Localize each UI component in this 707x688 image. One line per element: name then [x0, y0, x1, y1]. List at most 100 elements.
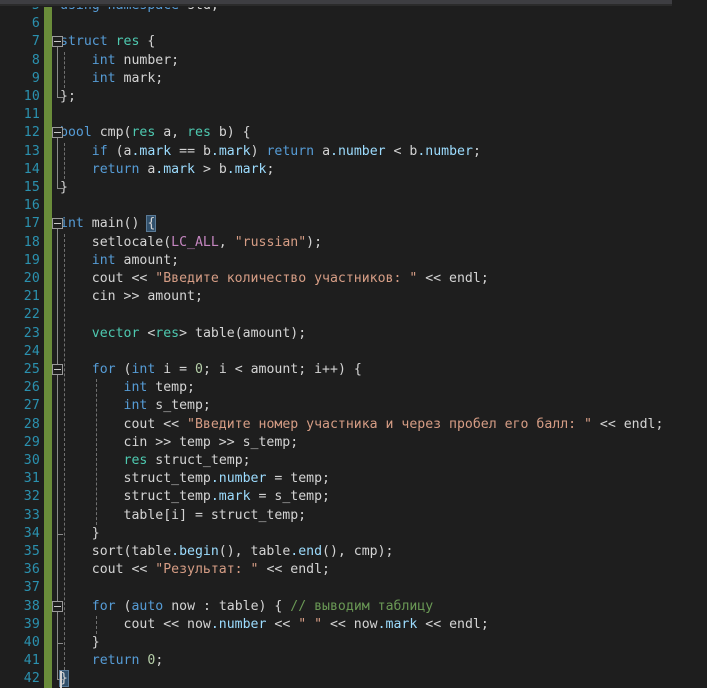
code-text: vector <res> table(amount); [60, 325, 306, 343]
code-line[interactable]: 14 return a.mark > b.mark; [0, 161, 707, 179]
indent-guide [64, 233, 65, 671]
code-token: (), table [218, 544, 291, 559]
line-number: 25 [23, 362, 40, 377]
code-line[interactable]: 34 } [0, 525, 707, 543]
code-editor[interactable]: 5using namespace std;67struct res {8 int… [0, 0, 707, 688]
fold-toggle-7[interactable] [52, 36, 63, 48]
code-line[interactable]: 28 cout << "Введите номер участника и че… [0, 416, 707, 434]
code-line[interactable]: 8 int number; [0, 52, 707, 70]
code-line[interactable]: 12 bool cmp(res a, res b) { [0, 124, 707, 142]
code-token: .mark [377, 616, 418, 632]
code-token: .mark [210, 489, 251, 505]
line-number: 35 [23, 544, 40, 559]
code-text: cout << now.number << " " << now.mark <<… [60, 616, 489, 634]
code-line[interactable]: 6 [0, 15, 707, 33]
code-line[interactable]: 17 int main() { [0, 215, 707, 233]
code-line[interactable]: 21 cin >> amount; [0, 288, 707, 306]
code-line[interactable]: 33 table[i] = struct_temp; [0, 507, 707, 525]
line-number: 6 [31, 16, 40, 32]
code-line[interactable]: 7 struct res { [0, 33, 707, 51]
code-token: number; [115, 52, 180, 68]
scrollbar-thumb[interactable] [0, 0, 672, 4]
line-number: 23 [23, 325, 40, 341]
code-token: res [123, 453, 148, 468]
code-line[interactable]: 9 int mark; [0, 70, 707, 88]
code-line[interactable]: 41 return 0; [0, 652, 707, 670]
code-line[interactable]: 39 cout << now.number << " " << now.mark… [0, 616, 707, 634]
code-line[interactable]: 15} [0, 179, 707, 197]
code-line[interactable]: 32 struct_temp.mark = s_temp; [0, 488, 707, 506]
code-token: int [60, 216, 84, 232]
code-token: = temp; [266, 471, 330, 487]
code-line[interactable]: 20 cout << "Введите количество участнико… [0, 270, 707, 288]
fold-toggle-12[interactable] [52, 127, 63, 139]
code-line[interactable]: 25 for (int i = 0; i < amount; i++) { [0, 361, 707, 379]
code-line[interactable]: 38 for (auto now : table) { // выводим т… [0, 598, 707, 616]
code-text: struct_temp.mark = s_temp; [60, 488, 330, 506]
code-line[interactable]: 29 cin >> temp >> s_temp; [0, 434, 707, 452]
code-token: vector [91, 325, 140, 341]
code-token: mark; [115, 70, 164, 86]
code-token: "russian" [234, 234, 307, 250]
code-line[interactable]: 23 vector <res> table(amount); [0, 325, 707, 343]
line-number: 29 [23, 434, 40, 450]
code-token: << endl; [591, 416, 664, 432]
code-text: return a.mark > b.mark; [60, 161, 275, 179]
code-token: LC_ALL [171, 234, 219, 250]
code-token: res [131, 125, 156, 141]
line-number: 39 [23, 616, 40, 632]
code-token: .number [330, 143, 386, 159]
fold-toggle-17[interactable] [52, 218, 63, 230]
code-line[interactable]: 40 } [0, 634, 707, 652]
code-token: ) [250, 143, 267, 159]
code-line[interactable]: 10}; [0, 88, 707, 106]
code-token: struct_temp [60, 471, 211, 487]
code-line[interactable]: 18 setlocale(LC_ALL, "russian"); [0, 234, 707, 252]
code-token: = s_temp; [250, 489, 330, 505]
code-line[interactable]: 30 res struct_temp; [0, 452, 707, 470]
fold-region-line [57, 137, 63, 189]
code-content[interactable]: 5using namespace std;67struct res {8 int… [0, 0, 707, 688]
code-text: cout << "Результат: " << endl; [60, 561, 330, 579]
code-token: if [91, 143, 108, 159]
code-line[interactable]: 37 [0, 579, 707, 597]
code-text: cin >> amount; [60, 288, 203, 306]
code-line[interactable]: 35 sort(table.begin(), table.end(), cmp)… [0, 543, 707, 561]
code-token: } [60, 635, 100, 650]
code-line[interactable]: 24 [0, 343, 707, 361]
code-token: "Введите количество участников: " [155, 271, 418, 286]
code-line[interactable]: 22 [0, 306, 707, 324]
indent-guide [64, 51, 65, 88]
code-token: < b [385, 143, 418, 159]
code-token: .end [290, 544, 323, 559]
indent-guide [64, 142, 65, 179]
line-number: 10 [23, 89, 40, 104]
code-token: res [187, 125, 211, 141]
code-token: << endl; [417, 271, 489, 286]
code-token: a [139, 161, 156, 177]
code-line[interactable]: 27 int s_temp; [0, 397, 707, 415]
code-line[interactable]: 31 struct_temp.number = temp; [0, 470, 707, 488]
code-text: int number; [60, 52, 179, 70]
code-line[interactable]: 36 cout << "Результат: " << endl; [0, 561, 707, 579]
fold-toggle-38[interactable] [52, 600, 63, 612]
code-token: ( [115, 362, 132, 377]
code-line[interactable]: 19 int amount; [0, 252, 707, 270]
code-token: "Введите номер участника и через пробел … [187, 416, 592, 432]
fold-toggle-25[interactable] [52, 364, 63, 375]
code-token: bool [60, 125, 92, 141]
bracket-match-highlight: { [146, 215, 157, 233]
code-line[interactable]: 16 [0, 197, 707, 215]
line-number: 40 [23, 635, 40, 650]
code-text: res struct_temp; [60, 452, 251, 470]
code-line[interactable]: 26 int temp; [0, 379, 707, 397]
line-number: 11 [23, 107, 40, 123]
code-line[interactable]: 13 if (a.mark == b.mark) return a.number… [0, 143, 707, 161]
code-token: res [155, 325, 180, 341]
code-line[interactable]: 11 [0, 106, 707, 124]
horizontal-scrollbar[interactable] [0, 0, 707, 7]
code-line[interactable]: 42} [0, 670, 707, 688]
